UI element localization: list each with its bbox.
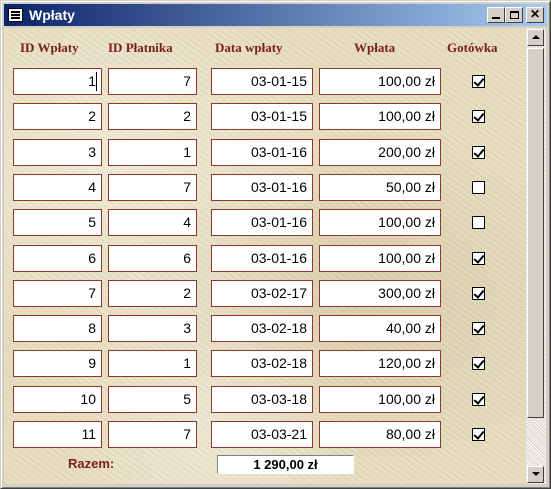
id-field[interactable]: 4 <box>13 174 102 201</box>
date-field[interactable]: 03-01-15 <box>211 68 313 95</box>
record-row: 9 1 03-02-18 120,00 zł <box>4 350 526 380</box>
payer-field[interactable]: 6 <box>108 245 197 272</box>
amount-field[interactable]: 300,00 zł <box>319 280 441 307</box>
cash-checkbox[interactable] <box>472 75 485 88</box>
id-field[interactable]: 1 <box>13 68 102 95</box>
record-row: 5 4 03-01-16 100,00 zł <box>4 209 526 239</box>
record-row: 8 3 03-02-18 40,00 zł <box>4 315 526 345</box>
minimize-icon <box>492 17 500 19</box>
date-field[interactable]: 03-01-16 <box>211 245 313 272</box>
date-field[interactable]: 03-02-18 <box>211 350 313 377</box>
cash-checkbox[interactable] <box>472 322 485 335</box>
record-row: 1 7 03-01-15 100,00 zł <box>4 68 526 98</box>
amount-field[interactable]: 200,00 zł <box>319 139 441 166</box>
id-field[interactable]: 5 <box>13 209 102 236</box>
scroll-thumb[interactable] <box>527 48 544 418</box>
window-title: Wpłaty <box>29 7 75 23</box>
record-row: 7 2 03-02-17 300,00 zł <box>4 280 526 310</box>
payer-field[interactable]: 7 <box>108 68 197 95</box>
payer-field[interactable]: 7 <box>108 174 197 201</box>
header-cash: Gotówka <box>447 40 498 55</box>
amount-field[interactable]: 50,00 zł <box>319 174 441 201</box>
date-field[interactable]: 03-03-21 <box>211 421 313 448</box>
cash-checkbox[interactable] <box>472 428 485 441</box>
record-row: 10 5 03-03-18 100,00 zł <box>4 386 526 416</box>
continuous-form: ID Wpłaty ID Płatnika Data wpłaty Wpłata… <box>4 28 526 484</box>
payer-field[interactable]: 4 <box>108 209 197 236</box>
id-field[interactable]: 8 <box>13 315 102 342</box>
date-field[interactable]: 03-01-16 <box>211 209 313 236</box>
amount-field[interactable]: 100,00 zł <box>319 68 441 95</box>
amount-field[interactable]: 100,00 zł <box>319 386 441 413</box>
payer-field[interactable]: 1 <box>108 139 197 166</box>
header-amount: Wpłata <box>354 40 396 55</box>
date-field[interactable]: 03-01-16 <box>211 139 313 166</box>
payer-field[interactable]: 5 <box>108 386 197 413</box>
amount-field[interactable]: 80,00 zł <box>319 421 441 448</box>
cash-checkbox[interactable] <box>472 216 485 229</box>
date-field[interactable]: 03-02-18 <box>211 315 313 342</box>
id-field[interactable]: 7 <box>13 280 102 307</box>
text-cursor <box>96 72 97 91</box>
id-field[interactable]: 9 <box>13 350 102 377</box>
cash-checkbox[interactable] <box>472 110 485 123</box>
maximize-icon <box>509 11 519 19</box>
amount-field[interactable]: 120,00 zł <box>319 350 441 377</box>
id-field[interactable]: 2 <box>13 103 102 130</box>
scroll-up-button[interactable] <box>527 29 544 46</box>
id-field[interactable]: 6 <box>13 245 102 272</box>
amount-field[interactable]: 100,00 zł <box>319 209 441 236</box>
id-field[interactable]: 3 <box>13 139 102 166</box>
header-payer: ID Płatnika <box>108 40 173 55</box>
record-row: 3 1 03-01-16 200,00 zł <box>4 139 526 169</box>
header-date: Data wpłaty <box>215 40 283 55</box>
record-row: 6 6 03-01-16 100,00 zł <box>4 245 526 275</box>
title-bar[interactable]: Wpłaty ✕ <box>4 4 547 26</box>
column-headers: ID Wpłaty ID Płatnika Data wpłaty Wpłata… <box>4 28 526 66</box>
header-id: ID Wpłaty <box>20 40 79 55</box>
cash-checkbox[interactable] <box>472 393 485 406</box>
payer-field[interactable]: 2 <box>108 280 197 307</box>
close-icon: ✕ <box>529 7 541 21</box>
cash-checkbox[interactable] <box>472 287 485 300</box>
total-label: Razem: <box>68 456 115 471</box>
date-field[interactable]: 03-02-17 <box>211 280 313 307</box>
record-row: 2 2 03-01-15 100,00 zł <box>4 103 526 133</box>
id-field[interactable]: 11 <box>13 421 102 448</box>
date-field[interactable]: 03-03-18 <box>211 386 313 413</box>
amount-field[interactable]: 100,00 zł <box>319 103 441 130</box>
cash-checkbox[interactable] <box>472 146 485 159</box>
vertical-scrollbar[interactable] <box>526 28 546 484</box>
payer-field[interactable]: 1 <box>108 350 197 377</box>
total-field: 1 290,00 zł <box>217 455 354 474</box>
minimize-button[interactable] <box>487 7 505 23</box>
scroll-down-button[interactable] <box>527 466 544 483</box>
payer-field[interactable]: 2 <box>108 103 197 130</box>
date-field[interactable]: 03-01-16 <box>211 174 313 201</box>
amount-field[interactable]: 100,00 zł <box>319 245 441 272</box>
amount-field[interactable]: 40,00 zł <box>319 315 441 342</box>
id-field[interactable]: 10 <box>13 386 102 413</box>
close-button[interactable]: ✕ <box>526 7 544 23</box>
payer-field[interactable]: 3 <box>108 315 197 342</box>
record-row: 4 7 03-01-16 50,00 zł <box>4 174 526 204</box>
cash-checkbox[interactable] <box>472 357 485 370</box>
cash-checkbox[interactable] <box>472 252 485 265</box>
record-row: 11 7 03-03-21 80,00 zł <box>4 421 526 451</box>
form-icon[interactable] <box>8 8 23 22</box>
payer-field[interactable]: 7 <box>108 421 197 448</box>
cash-checkbox[interactable] <box>472 181 485 194</box>
maximize-button[interactable] <box>505 7 523 23</box>
form-window: Wpłaty ✕ ID Wpłaty ID Płatnika Data wpła… <box>0 0 551 489</box>
date-field[interactable]: 03-01-15 <box>211 103 313 130</box>
